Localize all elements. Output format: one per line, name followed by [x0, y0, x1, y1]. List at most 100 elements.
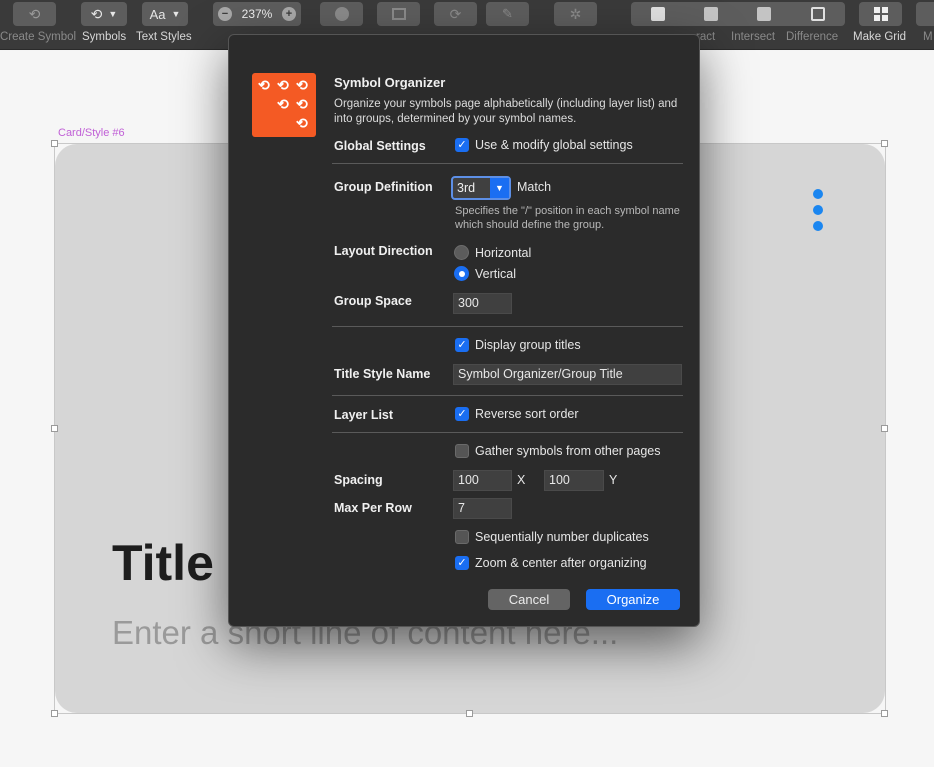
grid-icon: [873, 7, 888, 21]
more-label: M: [923, 31, 933, 43]
radio-selected-icon: [454, 266, 469, 281]
more-dots-icon: [813, 205, 823, 215]
frame-tool-button[interactable]: [377, 2, 420, 26]
symbol-refresh-icon: ⟲: [28, 5, 41, 22]
create-symbol-button[interactable]: ⟲: [13, 2, 56, 26]
group-space-label: Group Space: [334, 294, 412, 308]
checkmark-icon: ✓: [455, 138, 469, 152]
symbols-label: Symbols: [82, 31, 127, 43]
spacing-label: Spacing: [334, 473, 383, 487]
difference-icon[interactable]: [811, 7, 825, 21]
sequential-number-checkbox[interactable]: Sequentially number duplicates: [455, 530, 649, 544]
make-grid-label: Make Grid: [853, 31, 907, 43]
group-definition-value: 3rd: [457, 181, 476, 195]
display-group-titles-checkbox[interactable]: ✓ Display group titles: [455, 338, 581, 352]
group-definition-hint: Specifies the "/" position in each symbo…: [455, 205, 680, 231]
checkmark-icon: ✓: [455, 338, 469, 352]
zoom-value: 237%: [241, 7, 273, 21]
resize-handle[interactable]: [881, 140, 888, 147]
checkbox-icon: [455, 444, 469, 458]
radio-icon: [454, 245, 469, 260]
resize-handle[interactable]: [881, 425, 888, 432]
subtract-icon[interactable]: [704, 7, 718, 21]
resize-handle[interactable]: [466, 710, 473, 717]
reverse-sort-label: Reverse sort order: [475, 407, 579, 421]
symbols-dropdown-button[interactable]: ⟲ ▼: [81, 2, 127, 26]
chevron-down-icon: ▼: [108, 9, 118, 19]
vertical-label: Vertical: [475, 266, 516, 281]
spacing-x-input[interactable]: 100: [453, 470, 512, 491]
checkmark-icon: ✓: [455, 407, 469, 421]
edit-tool-button[interactable]: ✎: [486, 2, 529, 26]
gear-icon: ✲: [569, 5, 582, 22]
max-per-row-label: Max Per Row: [334, 501, 412, 515]
chevron-down-icon: ▼: [490, 178, 509, 198]
resize-handle[interactable]: [51, 710, 58, 717]
use-global-settings-checkbox[interactable]: ✓ Use & modify global settings: [455, 138, 633, 152]
create-symbol-label: Create Symbol: [0, 31, 77, 43]
sequential-number-label: Sequentially number duplicates: [475, 530, 649, 544]
text-style-icon: Aa: [149, 6, 166, 22]
chevron-down-icon: ▼: [171, 9, 181, 19]
pencil-icon: ✎: [502, 6, 513, 21]
dialog-description: Organize your symbols page alphabeticall…: [334, 98, 678, 125]
display-group-titles-label: Display group titles: [475, 338, 581, 352]
zoom-out-icon[interactable]: −: [218, 7, 232, 21]
more-dots-icon: [813, 189, 823, 199]
layout-direction-label: Layout Direction: [334, 244, 433, 258]
rotate-icon: ⟳: [449, 5, 462, 22]
gather-symbols-label: Gather symbols from other pages: [475, 444, 661, 458]
artboard-label[interactable]: Card/Style #6: [58, 127, 125, 139]
symbol-organizer-icon: ⟲ ⟲ ⟲ ⟲ ⟲ ⟲: [252, 73, 316, 137]
global-settings-label: Global Settings: [334, 139, 426, 153]
zoom-center-label: Zoom & center after organizing: [475, 556, 647, 570]
intersect-icon[interactable]: [757, 7, 771, 21]
resize-handle[interactable]: [51, 140, 58, 147]
union-icon[interactable]: [651, 7, 665, 21]
zoom-center-checkbox[interactable]: ✓ Zoom & center after organizing: [455, 556, 647, 570]
organize-button[interactable]: Organize: [586, 589, 680, 610]
more-button[interactable]: [916, 2, 934, 26]
group-definition-label: Group Definition: [334, 180, 433, 194]
vertical-radio[interactable]: Vertical: [454, 266, 516, 281]
title-style-name-label: Title Style Name: [334, 367, 431, 381]
use-global-settings-label: Use & modify global settings: [475, 138, 633, 152]
group-space-input[interactable]: 300: [453, 293, 512, 314]
cancel-button[interactable]: Cancel: [488, 589, 570, 610]
divider: [332, 326, 683, 327]
symbol-refresh-icon: ⟲: [90, 5, 103, 22]
spacing-y-input[interactable]: 100: [544, 470, 604, 491]
resize-handle[interactable]: [51, 425, 58, 432]
horizontal-label: Horizontal: [475, 245, 532, 260]
reverse-sort-checkbox[interactable]: ✓ Reverse sort order: [455, 407, 579, 421]
gather-symbols-checkbox[interactable]: Gather symbols from other pages: [455, 444, 661, 458]
zoom-in-icon[interactable]: +: [281, 7, 296, 21]
max-per-row-input[interactable]: 7: [453, 498, 512, 519]
gear-tool-button[interactable]: ✲: [554, 2, 597, 26]
divider: [332, 395, 683, 396]
horizontal-radio[interactable]: Horizontal: [454, 245, 531, 260]
checkbox-icon: [455, 530, 469, 544]
resize-handle[interactable]: [881, 710, 888, 717]
title-style-name-input[interactable]: Symbol Organizer/Group Title: [453, 364, 682, 385]
spacing-x-suffix: X: [517, 473, 526, 487]
layer-list-label: Layer List: [334, 408, 394, 422]
group-definition-select[interactable]: 3rd ▼: [451, 176, 511, 200]
card-title: Title: [112, 535, 214, 591]
zoom-control: − 237% +: [213, 2, 301, 26]
divider: [332, 432, 683, 433]
text-styles-dropdown-button[interactable]: Aa ▼: [142, 2, 188, 26]
intersect-label: Intersect: [731, 31, 776, 43]
match-label: Match: [517, 180, 552, 194]
boolean-group: [631, 2, 845, 26]
text-styles-label: Text Styles: [136, 31, 192, 43]
difference-label: Difference: [786, 31, 839, 43]
fill-tool-button[interactable]: [320, 2, 363, 26]
checkmark-icon: ✓: [455, 556, 469, 570]
make-grid-button[interactable]: [859, 2, 902, 26]
frame-icon: [391, 8, 406, 20]
rotate-tool-button[interactable]: ⟳: [434, 2, 477, 26]
spacing-y-suffix: Y: [609, 473, 618, 487]
more-dots-icon: [813, 221, 823, 231]
divider: [332, 163, 683, 164]
